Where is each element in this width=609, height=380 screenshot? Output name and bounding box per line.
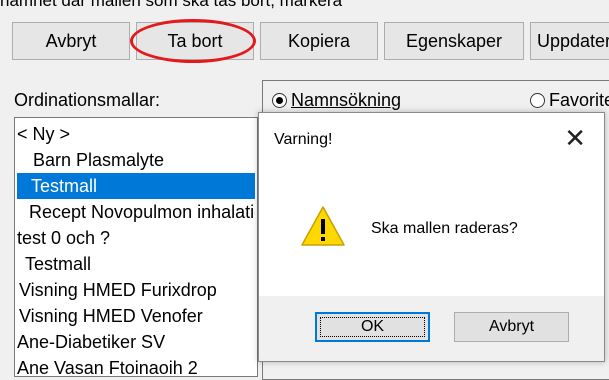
close-icon[interactable]: ✕	[564, 123, 586, 153]
list-item[interactable]: Visning HMED Venofer	[17, 303, 255, 329]
dialog-title: Varning!	[274, 131, 333, 148]
cut-off-instruction-text: namnet där mallen som ska tas bort, mark…	[0, 0, 609, 9]
copy-button-label: Kopiera	[287, 31, 351, 51]
copy-button[interactable]: Kopiera	[260, 22, 378, 60]
list-item[interactable]: test 0 och ?	[17, 225, 255, 251]
list-item[interactable]: < Ny >	[17, 121, 255, 147]
list-item-selected[interactable]: Testmall	[17, 173, 255, 199]
properties-button-label: Egenskaper	[405, 31, 503, 51]
cancel-button-label: Avbryt	[45, 31, 97, 51]
radio-name-search[interactable]: Namnsökning	[272, 90, 401, 112]
radio-favorites[interactable]: Favoriter	[530, 90, 609, 112]
radio-favorites-label: Favoriter	[549, 90, 609, 110]
radio-button[interactable]	[272, 93, 287, 108]
list-item[interactable]: Ane Vasan Ftoinaoih 2	[17, 355, 255, 376]
radio-button[interactable]	[530, 93, 545, 108]
update-button[interactable]: Uppdatera	[530, 22, 609, 60]
delete-button-label: Ta bort	[167, 31, 223, 51]
list-item[interactable]: Barn Plasmalyte	[17, 147, 255, 173]
list-item[interactable]: Visning HMED Furixdrop	[17, 277, 255, 303]
radio-name-search-label: Namnsökning	[291, 90, 402, 110]
properties-button[interactable]: Egenskaper	[384, 22, 524, 60]
list-item[interactable]: Recept Novopulmon inhalation	[17, 199, 255, 225]
dialog-cancel-button[interactable]: Avbryt	[454, 312, 569, 342]
warning-icon	[301, 206, 345, 246]
list-item[interactable]: Testmall	[17, 251, 255, 277]
dialog-message: Ska mallen raderas?	[371, 220, 518, 237]
cancel-button[interactable]: Avbryt	[12, 22, 130, 60]
ok-button[interactable]: OK	[315, 312, 430, 342]
update-button-label: Uppdatera	[537, 31, 609, 51]
list-item[interactable]: Ane-Diabetiker SV	[17, 329, 255, 355]
delete-button[interactable]: Ta bort	[136, 22, 254, 60]
dialog-footer: OK Avbryt	[259, 296, 604, 361]
warning-dialog: Varning! ✕ Ska mallen raderas? OK Avbryt	[258, 112, 605, 362]
templates-label: Ordinationsmallar:	[14, 90, 161, 110]
toolbar: Avbryt Ta bort Kopiera Egenskaper Uppdat…	[0, 22, 609, 62]
dialog-cancel-button-label: Avbryt	[488, 318, 535, 335]
templates-list[interactable]: < Ny > Barn Plasmalyte Testmall Recept N…	[14, 117, 258, 377]
